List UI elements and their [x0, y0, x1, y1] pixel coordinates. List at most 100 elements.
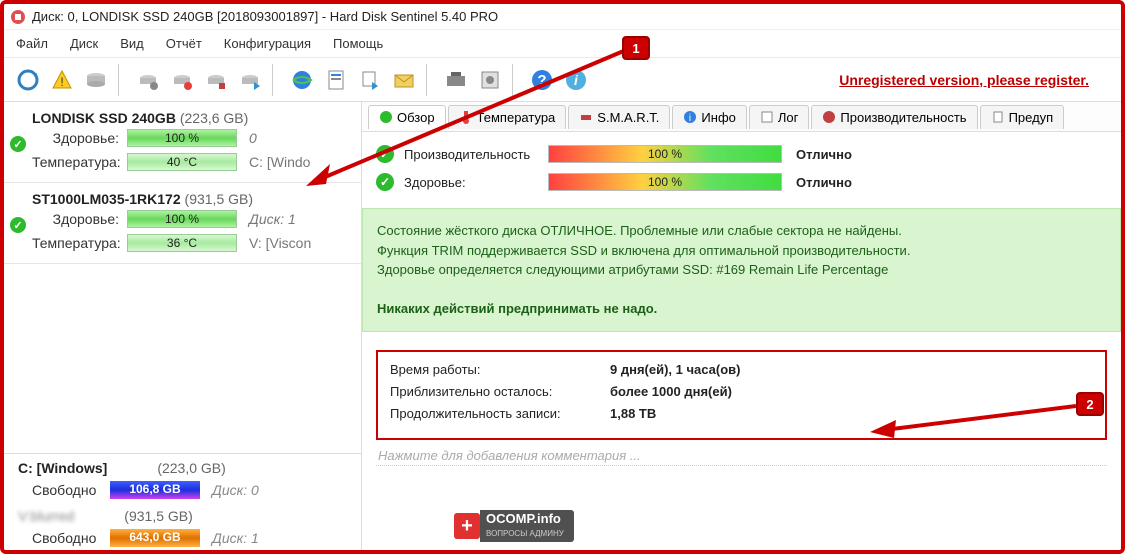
tab-label: S.M.A.R.T.: [597, 110, 659, 125]
free-label: Свободно: [32, 530, 110, 546]
performance-rating: Отлично: [796, 147, 852, 162]
disk-list-panel: LONDISK SSD 240GB (223,6 GB) Здоровье:10…: [4, 102, 362, 550]
uptime-label: Время работы:: [390, 362, 610, 384]
uptime-value: 9 дня(ей), 1 часа(ов): [610, 362, 740, 384]
temp-bar: 36 °C: [127, 234, 237, 252]
disk-stop-button[interactable]: [200, 64, 232, 96]
status-ok-icon: [376, 173, 394, 191]
performance-label: Производительность: [404, 147, 548, 162]
comment-field[interactable]: Нажмите для добавления комментария ...: [376, 446, 1107, 466]
health-after: Диск: 1: [249, 211, 296, 227]
watermark-sub: ВОПРОСЫ АДМИНУ: [486, 529, 564, 538]
partition-disk: Диск: 0: [212, 482, 259, 498]
stats-box: Время работы:9 дня(ей), 1 часа(ов) Прибл…: [376, 350, 1107, 440]
mail-button[interactable]: [388, 64, 420, 96]
send-report-button[interactable]: [354, 64, 386, 96]
alert-icon: [991, 110, 1005, 124]
menu-file[interactable]: Файл: [16, 36, 48, 51]
remaining-value: более 1000 дня(ей): [610, 384, 732, 406]
tab-alert[interactable]: Предуп: [980, 105, 1065, 129]
health-row: Здоровье: 100 % Отлично: [376, 168, 1107, 196]
refresh-button[interactable]: [12, 64, 44, 96]
detail-panel: Обзор Температура S.M.A.R.T. i Инфо Лог П…: [362, 102, 1121, 550]
disk-size: (223,6 GB): [180, 110, 248, 126]
written-value: 1,88 TB: [610, 406, 656, 428]
partition-disk: Диск: 1: [212, 530, 259, 546]
performance-bar: 100 %: [548, 145, 782, 163]
menu-view[interactable]: Вид: [120, 36, 144, 51]
health-after: 0: [249, 130, 289, 146]
info-icon: i: [683, 110, 697, 124]
menu-config[interactable]: Конфигурация: [224, 36, 311, 51]
remaining-label: Приблизительно осталось:: [390, 384, 610, 406]
disk-item-1[interactable]: ST1000LM035-1RK172 (931,5 GB) Здоровье:1…: [4, 183, 361, 264]
svg-text:!: !: [60, 75, 63, 89]
tab-info[interactable]: i Инфо: [672, 105, 746, 129]
temp-after: C: [Windo: [249, 154, 310, 170]
report-button[interactable]: [320, 64, 352, 96]
info-line-bold: Никаких действий предпринимать не надо.: [377, 299, 1106, 319]
health-label: Здоровье:: [32, 211, 127, 227]
tab-label: Лог: [778, 110, 799, 125]
svg-text:?: ?: [537, 72, 546, 89]
health-label: Здоровье:: [32, 130, 127, 146]
menu-report[interactable]: Отчёт: [166, 36, 202, 51]
menu-disk[interactable]: Диск: [70, 36, 98, 51]
info-line: Здоровье определяется следующими атрибут…: [377, 260, 1106, 280]
disk-gear-button[interactable]: [132, 64, 164, 96]
disk-power-button[interactable]: [166, 64, 198, 96]
info-line: Состояние жёсткого диска ОТЛИЧНОЕ. Пробл…: [377, 221, 1106, 241]
partition-size: (931,5 GB): [124, 508, 192, 524]
menu-bar: Файл Диск Вид Отчёт Конфигурация Помощь: [4, 30, 1121, 58]
info-button[interactable]: i: [560, 64, 592, 96]
free-bar: 643,0 GB: [110, 529, 200, 547]
partition-size: (223,0 GB): [157, 460, 225, 476]
toolbar: ! ? i Unregistered version, please regis…: [4, 58, 1121, 102]
disk-item-0[interactable]: LONDISK SSD 240GB (223,6 GB) Здоровье:10…: [4, 102, 361, 183]
disk-arrow-button[interactable]: [234, 64, 266, 96]
performance-row: Производительность 100 % Отлично: [376, 140, 1107, 168]
tools-button[interactable]: [440, 64, 472, 96]
settings-button[interactable]: [474, 64, 506, 96]
annotation-badge-2: 2: [1076, 392, 1104, 416]
temp-label: Температура:: [32, 154, 127, 170]
health-bar: 100 %: [127, 210, 237, 228]
disk-size: (931,5 GB): [185, 191, 253, 207]
window-title: Диск: 0, LONDISK SSD 240GB [201809300189…: [32, 9, 498, 24]
health-bar: 100 %: [548, 173, 782, 191]
tab-log[interactable]: Лог: [749, 105, 810, 129]
thermometer-icon: [459, 110, 473, 124]
free-label: Свободно: [32, 482, 110, 498]
gauge-icon: [822, 110, 836, 124]
unregistered-link[interactable]: Unregistered version, please register.: [839, 72, 1089, 88]
tab-performance[interactable]: Производительность: [811, 105, 977, 129]
health-rating: Отлично: [796, 175, 852, 190]
app-icon: [10, 9, 26, 25]
tab-label: Производительность: [840, 110, 966, 125]
tab-bar: Обзор Температура S.M.A.R.T. i Инфо Лог П…: [362, 102, 1121, 132]
partition-name-blur: V:blurred: [18, 508, 74, 524]
tab-overview[interactable]: Обзор: [368, 105, 446, 129]
written-label: Продолжительность записи:: [390, 406, 610, 428]
window-titlebar: Диск: 0, LONDISK SSD 240GB [201809300189…: [4, 4, 1121, 30]
status-info-box: Состояние жёсткого диска ОТЛИЧНОЕ. Пробл…: [362, 208, 1121, 332]
warning-button[interactable]: !: [46, 64, 78, 96]
tab-label: Обзор: [397, 110, 435, 125]
svg-text:i: i: [689, 113, 691, 124]
temp-bar: 40 °C: [127, 153, 237, 171]
tab-temperature[interactable]: Температура: [448, 105, 567, 129]
globe-button[interactable]: [286, 64, 318, 96]
status-ok-icon: [376, 145, 394, 163]
menu-help[interactable]: Помощь: [333, 36, 383, 51]
status-ok-icon: [10, 217, 26, 233]
health-bar: 100 %: [127, 129, 237, 147]
tab-smart[interactable]: S.M.A.R.T.: [568, 105, 670, 129]
chip-icon: [579, 110, 593, 124]
help-button[interactable]: ?: [526, 64, 558, 96]
temp-after: V: [Viscon: [249, 235, 311, 251]
watermark: + OCOMP.infoВОПРОСЫ АДМИНУ: [454, 510, 574, 542]
health-label: Здоровье:: [404, 175, 548, 190]
disk-button[interactable]: [80, 64, 112, 96]
tab-label: Инфо: [701, 110, 735, 125]
disk-name: ST1000LM035-1RK172: [32, 191, 181, 207]
